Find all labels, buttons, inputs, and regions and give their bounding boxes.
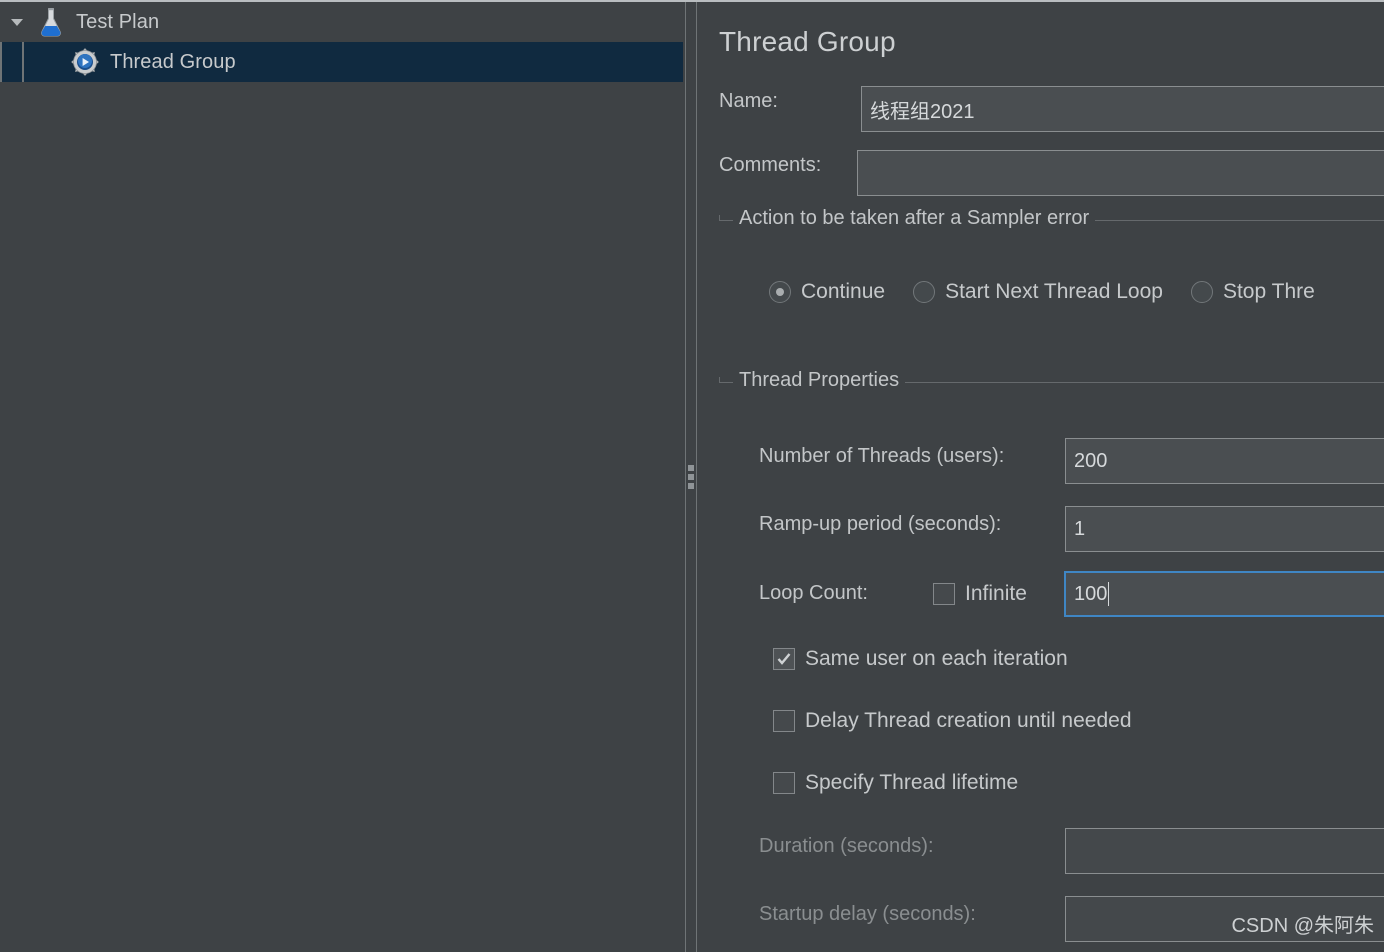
ramp-up-input[interactable]: 1 xyxy=(1065,506,1384,552)
jmeter-thread-group-window: Test Plan Thread Group Thread Group Name… xyxy=(0,0,1384,952)
name-label: Name: xyxy=(719,90,778,112)
splitter-grip-icon[interactable] xyxy=(688,465,694,489)
radio-button-continue[interactable] xyxy=(769,281,791,303)
panel-splitter[interactable] xyxy=(683,2,699,952)
groupbox-left-tick xyxy=(719,377,720,383)
comments-input[interactable] xyxy=(857,150,1384,196)
loop-count-value: 100 xyxy=(1074,582,1108,605)
groupbox-left-tick xyxy=(719,215,720,221)
duration-label: Duration (seconds): xyxy=(759,835,934,857)
sampler-error-legend: Action to be taken after a Sampler error xyxy=(733,207,1096,230)
radio-selected-dot xyxy=(776,288,784,296)
number-of-threads-row: Number of Threads (users): xyxy=(759,445,1004,468)
name-row: Name: xyxy=(719,90,778,113)
delay-thread-creation-checkbox[interactable] xyxy=(773,710,795,732)
sampler-error-radio-group[interactable]: Continue Start Next Thread Loop Stop Thr… xyxy=(769,280,1343,304)
splitter-grip-dot xyxy=(688,465,694,471)
duration-input[interactable] xyxy=(1065,828,1384,874)
watermark-text: CSDN @朱阿朱 xyxy=(1231,915,1374,937)
chevron-down-icon[interactable] xyxy=(0,13,34,31)
same-user-each-iteration-label: Same user on each iteration xyxy=(805,647,1068,670)
infinite-checkbox[interactable] xyxy=(933,583,955,605)
duration-row: Duration (seconds): xyxy=(759,835,934,858)
ramp-up-label: Ramp-up period (seconds): xyxy=(759,513,1002,535)
tree-node-test-plan[interactable]: Test Plan xyxy=(0,2,683,42)
tree-node-label: Thread Group xyxy=(110,50,236,73)
name-input[interactable]: 线程组2021 xyxy=(861,86,1384,132)
check-icon xyxy=(777,653,791,665)
comments-label: Comments: xyxy=(719,154,822,176)
delay-thread-creation-label: Delay Thread creation until needed xyxy=(805,709,1132,732)
infinite-label: Infinite xyxy=(965,582,1027,605)
number-of-threads-label: Number of Threads (users): xyxy=(759,445,1005,467)
same-user-each-iteration-row[interactable]: Same user on each iteration xyxy=(773,647,1068,671)
splitter-grip-dot xyxy=(688,474,694,480)
radio-item-continue[interactable]: Continue xyxy=(769,280,885,304)
loop-count-row: Loop Count: xyxy=(759,582,868,605)
radio-label: Start Next Thread Loop xyxy=(945,280,1163,303)
text-caret xyxy=(1108,582,1110,606)
number-of-threads-input[interactable]: 200 xyxy=(1065,438,1384,484)
thread-group-gear-icon xyxy=(68,47,102,77)
tree-node-label: Test Plan xyxy=(76,10,160,33)
splitter-left-edge xyxy=(685,2,686,952)
radio-label: Stop Thre xyxy=(1222,280,1315,303)
radio-label: Continue xyxy=(801,280,886,303)
test-plan-flask-icon xyxy=(34,7,68,37)
loop-count-input[interactable]: 100 xyxy=(1064,571,1384,617)
startup-delay-row: Startup delay (seconds): xyxy=(759,903,976,926)
specify-thread-lifetime-row[interactable]: Specify Thread lifetime xyxy=(773,771,1018,795)
comments-row: Comments: xyxy=(719,154,821,177)
splitter-right-edge xyxy=(696,2,697,952)
specify-thread-lifetime-label: Specify Thread lifetime xyxy=(805,771,1019,794)
page-title: Thread Group xyxy=(719,26,896,57)
same-user-each-iteration-checkbox[interactable] xyxy=(773,648,795,670)
thread-properties-legend: Thread Properties xyxy=(733,369,906,392)
test-plan-tree-panel[interactable]: Test Plan Thread Group xyxy=(0,2,683,952)
tree-node-thread-group[interactable]: Thread Group xyxy=(0,42,683,82)
radio-button-stop-thread[interactable] xyxy=(1190,281,1213,303)
infinite-checkbox-row[interactable]: Infinite xyxy=(933,582,1027,606)
radio-item-start-next-thread-loop[interactable]: Start Next Thread Loop xyxy=(913,280,1163,304)
radio-item-stop-thread[interactable]: Stop Thre xyxy=(1190,280,1315,304)
delay-thread-creation-row[interactable]: Delay Thread creation until needed xyxy=(773,709,1132,733)
splitter-grip-dot xyxy=(688,483,694,489)
ramp-up-row: Ramp-up period (seconds): xyxy=(759,513,1001,536)
specify-thread-lifetime-checkbox[interactable] xyxy=(773,772,795,794)
thread-group-detail-panel: Thread Group Name: 线程组2021 Comments: Act… xyxy=(699,2,1384,952)
radio-button-start-next-thread-loop[interactable] xyxy=(913,281,936,303)
startup-delay-label: Startup delay (seconds): xyxy=(759,903,976,925)
loop-count-label: Loop Count: xyxy=(759,582,868,604)
